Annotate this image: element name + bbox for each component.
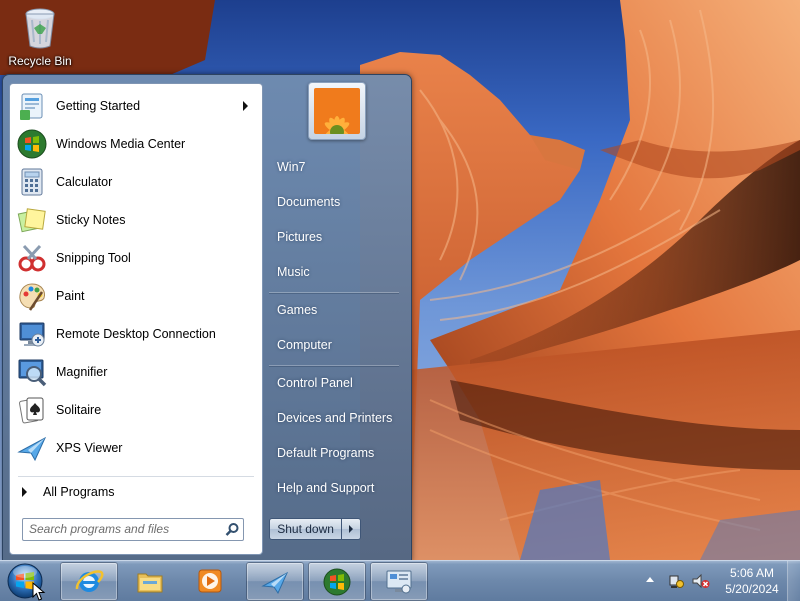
shutdown-button[interactable]: Shut down	[269, 518, 343, 540]
flower-picture-icon	[314, 88, 360, 134]
shutdown-options-button[interactable]	[342, 518, 361, 540]
getting-started-icon	[16, 90, 48, 122]
notification-area: 5:06 AM 5/20/2024	[640, 561, 800, 601]
program-label: Windows Media Center	[56, 137, 186, 151]
program-label: Getting Started	[56, 99, 141, 113]
right-item-label: Help and Support	[277, 481, 375, 495]
taskbar-internet-explorer[interactable]	[60, 562, 118, 601]
search-icon[interactable]	[225, 522, 240, 537]
right-item-pictures[interactable]: Pictures	[265, 222, 405, 252]
right-item-label: Games	[277, 303, 318, 317]
program-calculator[interactable]: Calculator	[12, 164, 258, 200]
program-snipping-tool[interactable]: Snipping Tool	[12, 240, 258, 276]
program-label: Paint	[56, 289, 85, 303]
taskbar-xps-viewer[interactable]	[246, 562, 304, 601]
right-item-devices-and-printers[interactable]: Devices and Printers	[265, 403, 405, 433]
solitaire-icon	[16, 394, 48, 426]
right-item-label: Win7	[277, 160, 306, 174]
windows-explorer-icon	[135, 566, 165, 596]
program-label: XPS Viewer	[56, 441, 123, 455]
right-separator	[269, 292, 399, 293]
internet-explorer-icon	[74, 567, 104, 597]
user-account-picture[interactable]	[308, 82, 366, 140]
right-item-control-panel[interactable]: Control Panel	[265, 368, 405, 398]
shutdown-group: Shut down	[269, 518, 361, 540]
snipping-tool-icon	[16, 242, 48, 274]
program-sticky-notes[interactable]: Sticky Notes	[12, 202, 258, 238]
search-box[interactable]	[22, 518, 244, 541]
media-center-icon	[16, 128, 48, 160]
program-xps-viewer[interactable]: XPS Viewer	[12, 430, 258, 466]
recycle-bin-icon	[20, 6, 60, 50]
taskbar-media-center[interactable]	[308, 562, 366, 601]
action-center-flag-icon[interactable]	[668, 573, 684, 589]
taskbar-media-player[interactable]	[182, 562, 238, 599]
program-windows-media-center[interactable]: Windows Media Center	[12, 126, 258, 162]
program-label: Calculator	[56, 175, 113, 189]
right-item-computer[interactable]: Computer	[265, 330, 405, 360]
program-label: Snipping Tool	[56, 251, 131, 265]
media-center-icon	[322, 567, 352, 597]
program-magnifier[interactable]: Magnifier	[12, 354, 258, 390]
right-item-default-programs[interactable]: Default Programs	[265, 438, 405, 468]
clock-date: 5/20/2024	[725, 582, 779, 596]
programs-separator	[18, 476, 254, 477]
chevron-right-icon	[349, 525, 354, 533]
remote-desktop-icon	[384, 567, 414, 597]
right-item-label: Control Panel	[277, 376, 353, 390]
all-programs-label: All Programs	[43, 485, 115, 499]
desktop-icon-label: Recycle Bin	[8, 54, 72, 68]
desktop-icon-recycle-bin[interactable]: Recycle Bin	[4, 6, 76, 68]
right-item-label: Devices and Printers	[277, 411, 393, 425]
program-label: Solitaire	[56, 403, 102, 417]
program-remote-desktop-connection[interactable]: Remote Desktop Connection	[12, 316, 258, 352]
show-hidden-icons-arrow-icon[interactable]	[646, 577, 654, 582]
remote-desktop-icon	[16, 318, 48, 350]
right-item-games[interactable]: Games	[265, 295, 405, 325]
start-menu-programs-pane: Getting Started Windows Media Center Cal…	[9, 83, 263, 555]
media-player-icon	[195, 566, 225, 596]
right-item-label: Documents	[277, 195, 341, 209]
xps-viewer-icon	[16, 432, 48, 464]
right-item-win7[interactable]: Win7	[265, 152, 405, 182]
expand-arrow-icon	[22, 487, 27, 497]
right-item-label: Default Programs	[277, 446, 375, 460]
program-getting-started[interactable]: Getting Started	[12, 88, 258, 124]
xps-viewer-icon	[260, 567, 290, 597]
taskbar: 5:06 AM 5/20/2024	[0, 560, 800, 601]
search-input[interactable]	[23, 519, 225, 538]
program-paint[interactable]: Paint	[12, 278, 258, 314]
all-programs-button[interactable]: All Programs	[12, 480, 258, 504]
clock-time: 5:06 AM	[729, 566, 775, 580]
right-item-music[interactable]: Music	[265, 257, 405, 287]
show-desktop-button[interactable]	[787, 561, 800, 601]
submenu-arrow-icon[interactable]	[243, 101, 248, 111]
start-menu: Getting Started Windows Media Center Cal…	[2, 74, 412, 562]
taskbar-windows-explorer[interactable]	[122, 562, 178, 599]
right-item-help-and-support[interactable]: Help and Support	[265, 473, 405, 503]
program-label: Magnifier	[56, 365, 108, 379]
calculator-icon	[16, 166, 48, 198]
magnifier-icon	[16, 356, 48, 388]
right-separator	[269, 365, 399, 366]
sticky-notes-icon	[16, 204, 48, 236]
system-clock[interactable]: 5:06 AM 5/20/2024	[716, 565, 788, 597]
right-item-documents[interactable]: Documents	[265, 187, 405, 217]
taskbar-remote-desktop[interactable]	[370, 562, 428, 601]
right-item-label: Pictures	[277, 230, 323, 244]
right-item-label: Computer	[277, 338, 332, 352]
program-label: Sticky Notes	[56, 213, 126, 227]
program-label: Remote Desktop Connection	[56, 327, 216, 341]
program-solitaire[interactable]: Solitaire	[12, 392, 258, 428]
mouse-cursor-icon	[32, 582, 46, 601]
network-disconnected-icon[interactable]	[692, 573, 710, 589]
paint-icon	[16, 280, 48, 312]
right-item-label: Music	[277, 265, 310, 279]
